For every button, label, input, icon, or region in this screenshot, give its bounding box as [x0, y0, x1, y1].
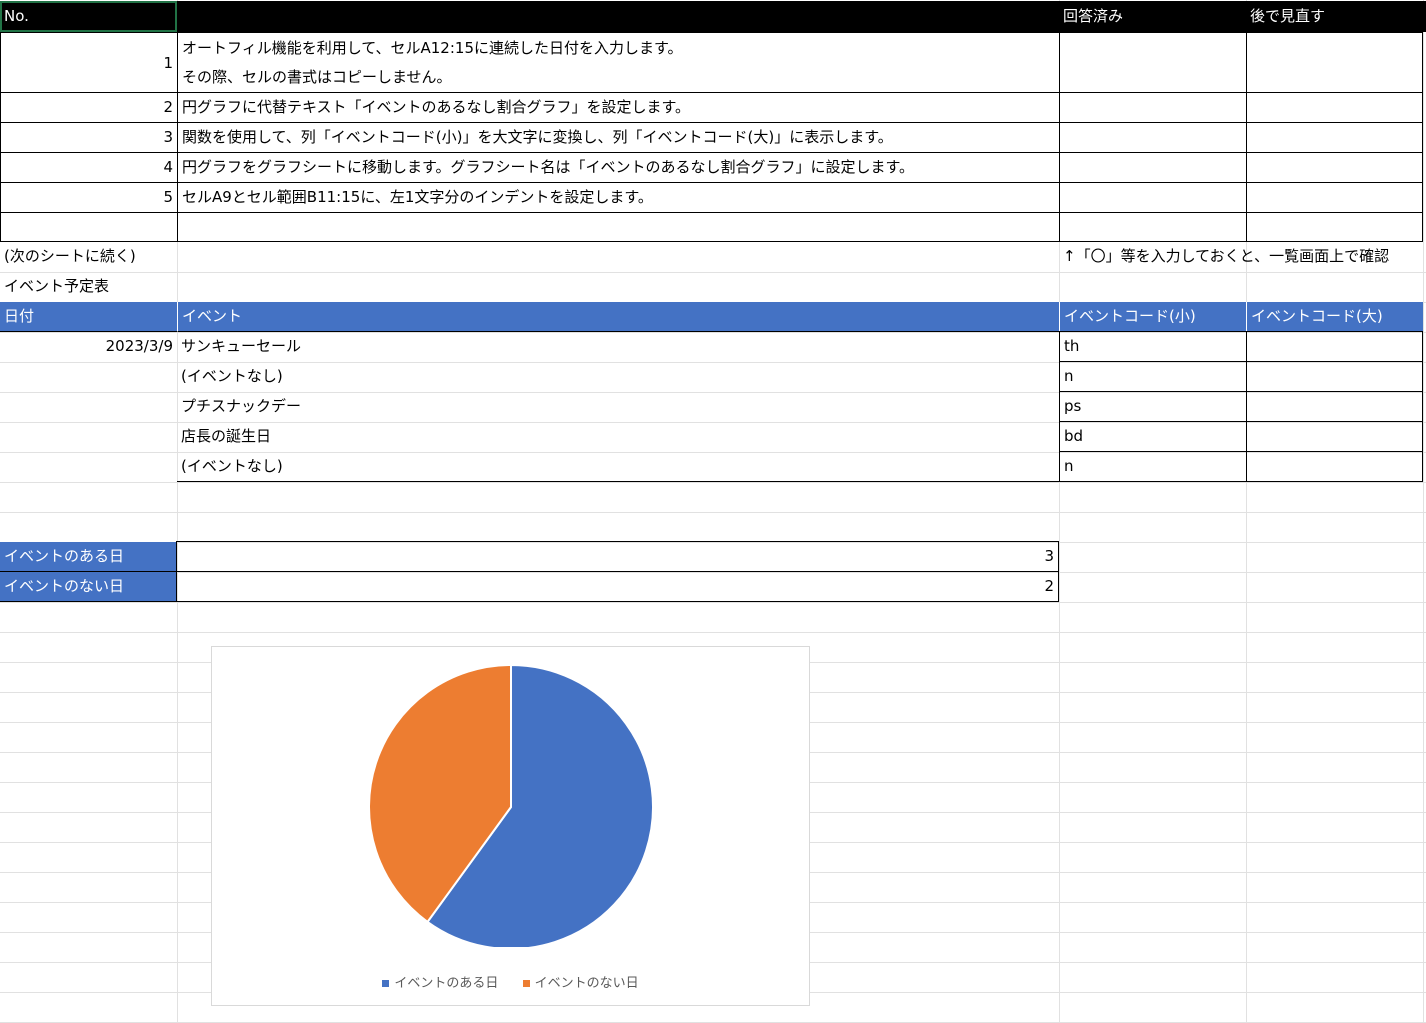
date-cell[interactable] — [0, 392, 177, 422]
task-no-cell[interactable]: 4 — [0, 152, 178, 183]
gridline-horizontal — [0, 512, 1426, 513]
task-review-cell[interactable] — [1246, 32, 1423, 93]
task-no-cell[interactable]: 5 — [0, 182, 178, 213]
column-header-date[interactable]: 日付 — [0, 302, 177, 332]
header-answered-cell[interactable]: 回答済み — [1059, 1, 1246, 32]
task-review-cell[interactable] — [1246, 122, 1423, 153]
task-review-cell[interactable] — [1246, 212, 1423, 242]
pie-chart-plot — [368, 663, 654, 947]
gridline-vertical — [1423, 0, 1424, 1023]
task-review-cell[interactable] — [1246, 152, 1423, 183]
task-review-cell[interactable] — [1246, 182, 1423, 213]
continue-note[interactable]: (次のシートに続く) — [0, 242, 177, 272]
header-no-cell[interactable]: No. — [0, 1, 177, 32]
schedule-title[interactable]: イベント予定表 — [0, 272, 177, 302]
gridline-horizontal — [0, 602, 1426, 603]
code-large-cell[interactable] — [1246, 361, 1423, 392]
legend-label: イベントのない日 — [534, 976, 639, 991]
gridline-horizontal — [0, 272, 1426, 273]
column-header-code-large[interactable]: イベントコード(大) — [1246, 302, 1423, 332]
task-answered-cell[interactable] — [1059, 122, 1247, 153]
task-no-cell[interactable] — [0, 212, 178, 242]
code-small-cell[interactable]: n — [1059, 451, 1247, 482]
task-text-cell[interactable]: 関数を使用して、列「イベントコード(小)」を大文字に変換し、列「イベントコード(… — [177, 122, 1060, 153]
header-blank-cell[interactable] — [177, 1, 1059, 32]
task-text-cell[interactable]: 円グラフをグラフシートに移動します。グラフシート名は「イベントのあるなし割合グラ… — [177, 152, 1060, 183]
task-no-cell[interactable]: 3 — [0, 122, 178, 153]
task-text-line: オートフィル機能を利用して、セルA12:15に連続した日付を入力します。 — [182, 39, 683, 57]
date-cell[interactable]: 2023/3/9 — [0, 332, 177, 362]
column-header-event[interactable]: イベント — [177, 302, 1059, 332]
task-answered-cell[interactable] — [1059, 182, 1247, 213]
event-cell[interactable]: (イベントなし) — [177, 452, 1059, 482]
date-cell[interactable] — [0, 362, 177, 392]
legend-swatch-icon — [522, 980, 530, 987]
task-text-cell[interactable] — [177, 212, 1060, 242]
hint-note[interactable]: ↑「〇」等を入力しておくと、一覧画面上で確認 — [1059, 242, 1426, 272]
task-answered-cell[interactable] — [1059, 212, 1247, 242]
task-text-cell[interactable]: 円グラフに代替テキスト「イベントのあるなし割合グラフ」を設定します。 — [177, 92, 1060, 123]
gridline-horizontal — [0, 482, 1426, 483]
code-large-cell[interactable] — [1246, 421, 1423, 452]
column-header-code-small[interactable]: イベントコード(小) — [1059, 302, 1246, 332]
code-small-cell[interactable]: ps — [1059, 391, 1247, 422]
task-answered-cell[interactable] — [1059, 32, 1247, 93]
date-cell[interactable] — [0, 452, 177, 482]
date-cell[interactable] — [0, 422, 177, 452]
task-text-cell[interactable]: オートフィル機能を利用して、セルA12:15に連続した日付を入力します。 その際… — [177, 32, 1060, 93]
event-cell[interactable]: 店長の誕生日 — [177, 422, 1059, 452]
legend-swatch-icon — [382, 980, 390, 987]
pie-chart[interactable]: イベントのある日 イベントのない日 — [211, 646, 810, 1006]
task-answered-cell[interactable] — [1059, 92, 1247, 123]
task-text-line: その際、セルの書式はコピーしません。 — [182, 68, 452, 86]
task-review-cell[interactable] — [1246, 92, 1423, 123]
legend-item: イベントのある日 — [382, 972, 498, 991]
event-cell[interactable]: (イベントなし) — [177, 362, 1059, 392]
code-small-cell[interactable]: th — [1059, 331, 1247, 362]
code-small-cell[interactable]: n — [1059, 361, 1247, 392]
gridline-horizontal — [0, 632, 1426, 633]
task-answered-cell[interactable] — [1059, 152, 1247, 183]
legend-label: イベントのある日 — [394, 976, 499, 991]
summary-label-cell[interactable]: イベントのある日 — [0, 542, 177, 572]
legend-item: イベントのない日 — [522, 972, 639, 991]
code-small-cell[interactable]: bd — [1059, 421, 1247, 452]
summary-value-cell[interactable]: 2 — [176, 571, 1059, 602]
code-large-cell[interactable] — [1246, 391, 1423, 422]
chart-legend[interactable]: イベントのある日 イベントのない日 — [212, 972, 809, 991]
event-cell[interactable]: プチスナックデー — [177, 392, 1059, 422]
task-no-cell[interactable]: 1 — [0, 32, 178, 93]
code-large-cell[interactable] — [1246, 331, 1423, 362]
task-text-cell[interactable]: セルA9とセル範囲B11:15に、左1文字分のインデントを設定します。 — [177, 182, 1060, 213]
task-no-cell[interactable]: 2 — [0, 92, 178, 123]
event-cell[interactable]: サンキューセール — [177, 332, 1059, 362]
code-large-cell[interactable] — [1246, 451, 1423, 482]
summary-label-cell[interactable]: イベントのない日 — [0, 572, 177, 602]
header-review-cell[interactable]: 後で見直す — [1246, 1, 1426, 32]
summary-value-cell[interactable]: 3 — [176, 541, 1059, 572]
